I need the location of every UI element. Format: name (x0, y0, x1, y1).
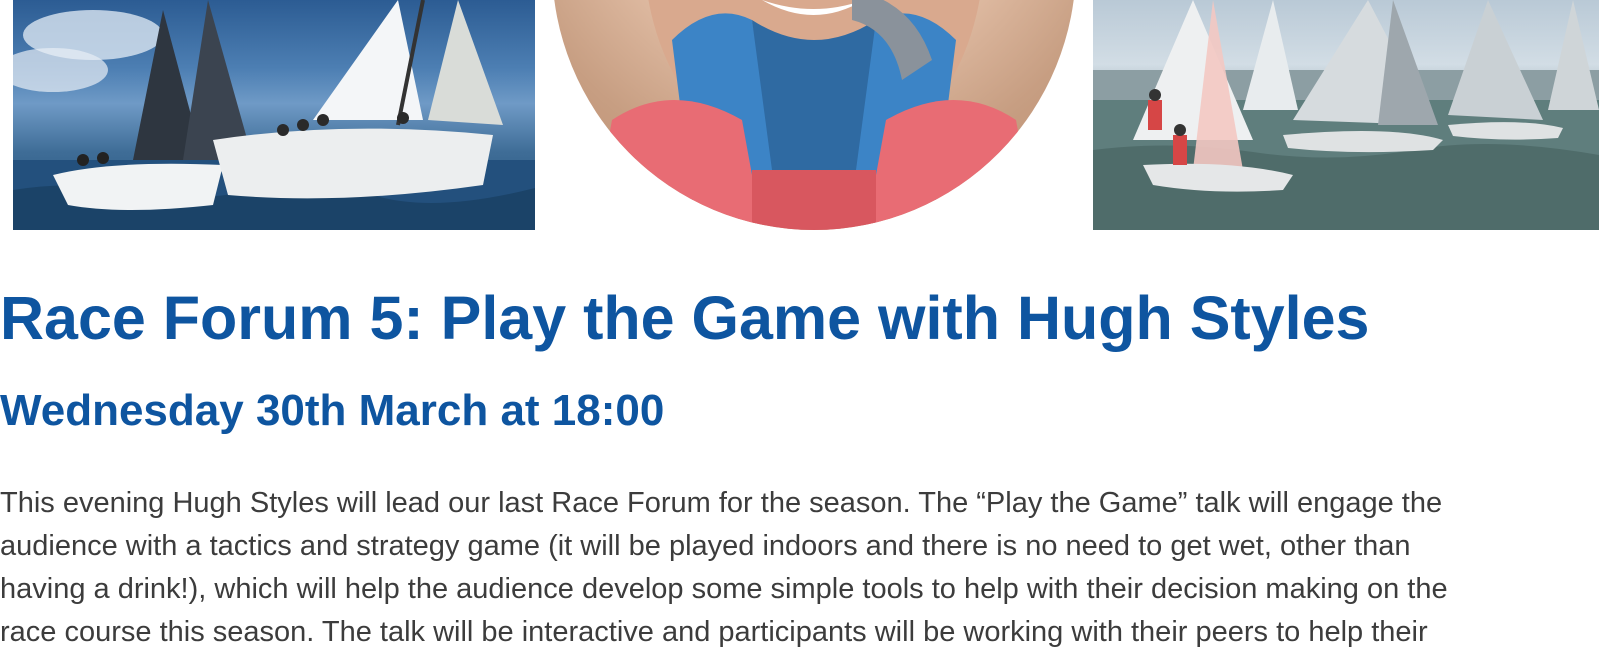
dinghy-racing-photo (1093, 0, 1599, 230)
hugh-styles-portrait (552, 0, 1076, 230)
sailing-yachts-photo (13, 0, 535, 230)
description-line: audience with a tactics and strategy gam… (0, 530, 1411, 562)
description-line: This evening Hugh Styles will lead our l… (0, 487, 1443, 519)
event-title: Race Forum 5: Play the Game with Hugh St… (0, 284, 1370, 352)
event-datetime: Wednesday 30th March at 18:00 (0, 386, 665, 435)
description-line: race course this season. The talk will b… (0, 616, 1428, 648)
header-images-row (0, 0, 1599, 232)
description-line: having a drink!), which will help the au… (0, 573, 1448, 605)
event-description: This evening Hugh Styles will lead our l… (0, 482, 1599, 654)
